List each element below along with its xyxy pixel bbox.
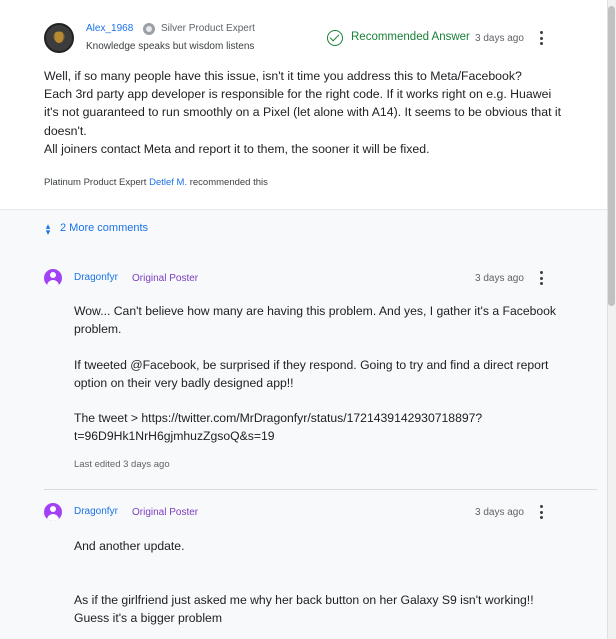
- more-vert-icon[interactable]: [535, 270, 547, 286]
- comment-body: And another update. As if the girlfriend…: [74, 537, 574, 627]
- original-poster-badge: Original Poster: [132, 507, 199, 518]
- answer-timestamp: 3 days ago: [475, 33, 524, 44]
- author-tagline: Knowledge speaks but wisdom listens: [86, 41, 255, 52]
- unfold-more-icon[interactable]: ▴ ▾: [44, 222, 52, 237]
- expert-level-label: Silver Product Expert: [161, 23, 255, 34]
- author-avatar[interactable]: [44, 23, 74, 53]
- comment-timestamp: 3 days ago: [475, 273, 524, 284]
- comment-paragraph: Wow... Can't believe how many are having…: [74, 304, 557, 336]
- comment-author-name[interactable]: Dragonfyr: [74, 506, 118, 517]
- recommended-answer-label: Recommended Answer: [351, 31, 470, 43]
- more-vert-icon[interactable]: [535, 504, 547, 520]
- comment-paragraph: As if the girlfriend just asked me why h…: [74, 593, 534, 625]
- recommendation-line: Platinum Product Expert Detlef M. recomm…: [44, 177, 268, 188]
- answer-paragraph: Each 3rd party app developer is responsi…: [44, 87, 562, 138]
- original-poster-badge: Original Poster: [132, 273, 199, 284]
- silver-expert-badge-icon: [143, 23, 155, 35]
- answer-body: Well, if so many people have this issue,…: [44, 67, 564, 158]
- last-edited-label: Last edited 3 days ago: [74, 459, 170, 470]
- scrollbar-thumb[interactable]: [608, 6, 615, 306]
- comment-paragraph: And another update.: [74, 539, 185, 553]
- comment-author-name[interactable]: Dragonfyr: [74, 272, 118, 283]
- recommender-link[interactable]: Detlef M.: [149, 177, 187, 188]
- comment-body: Wow... Can't believe how many are having…: [74, 302, 574, 445]
- account-circle-icon[interactable]: [44, 269, 62, 287]
- comment-paragraph: The tweet > https://twitter.com/MrDragon…: [74, 411, 483, 443]
- comment-divider: [44, 489, 597, 490]
- answer-paragraph: All joiners contact Meta and report it t…: [44, 141, 430, 156]
- comment-timestamp: 3 days ago: [475, 507, 524, 518]
- account-circle-icon[interactable]: [44, 503, 62, 521]
- answer-author-name[interactable]: Alex_1968: [86, 23, 133, 34]
- answer-paragraph: Well, if so many people have this issue,…: [44, 69, 522, 83]
- comment-paragraph: If tweeted @Facebook, be surprised if th…: [74, 358, 549, 390]
- check-circle-icon: [327, 30, 343, 46]
- recommendation-suffix: recommended this: [189, 177, 268, 188]
- more-comments-button[interactable]: 2 More comments: [60, 222, 148, 234]
- more-vert-icon[interactable]: [535, 30, 547, 46]
- recommender-role: Platinum Product Expert: [44, 177, 147, 188]
